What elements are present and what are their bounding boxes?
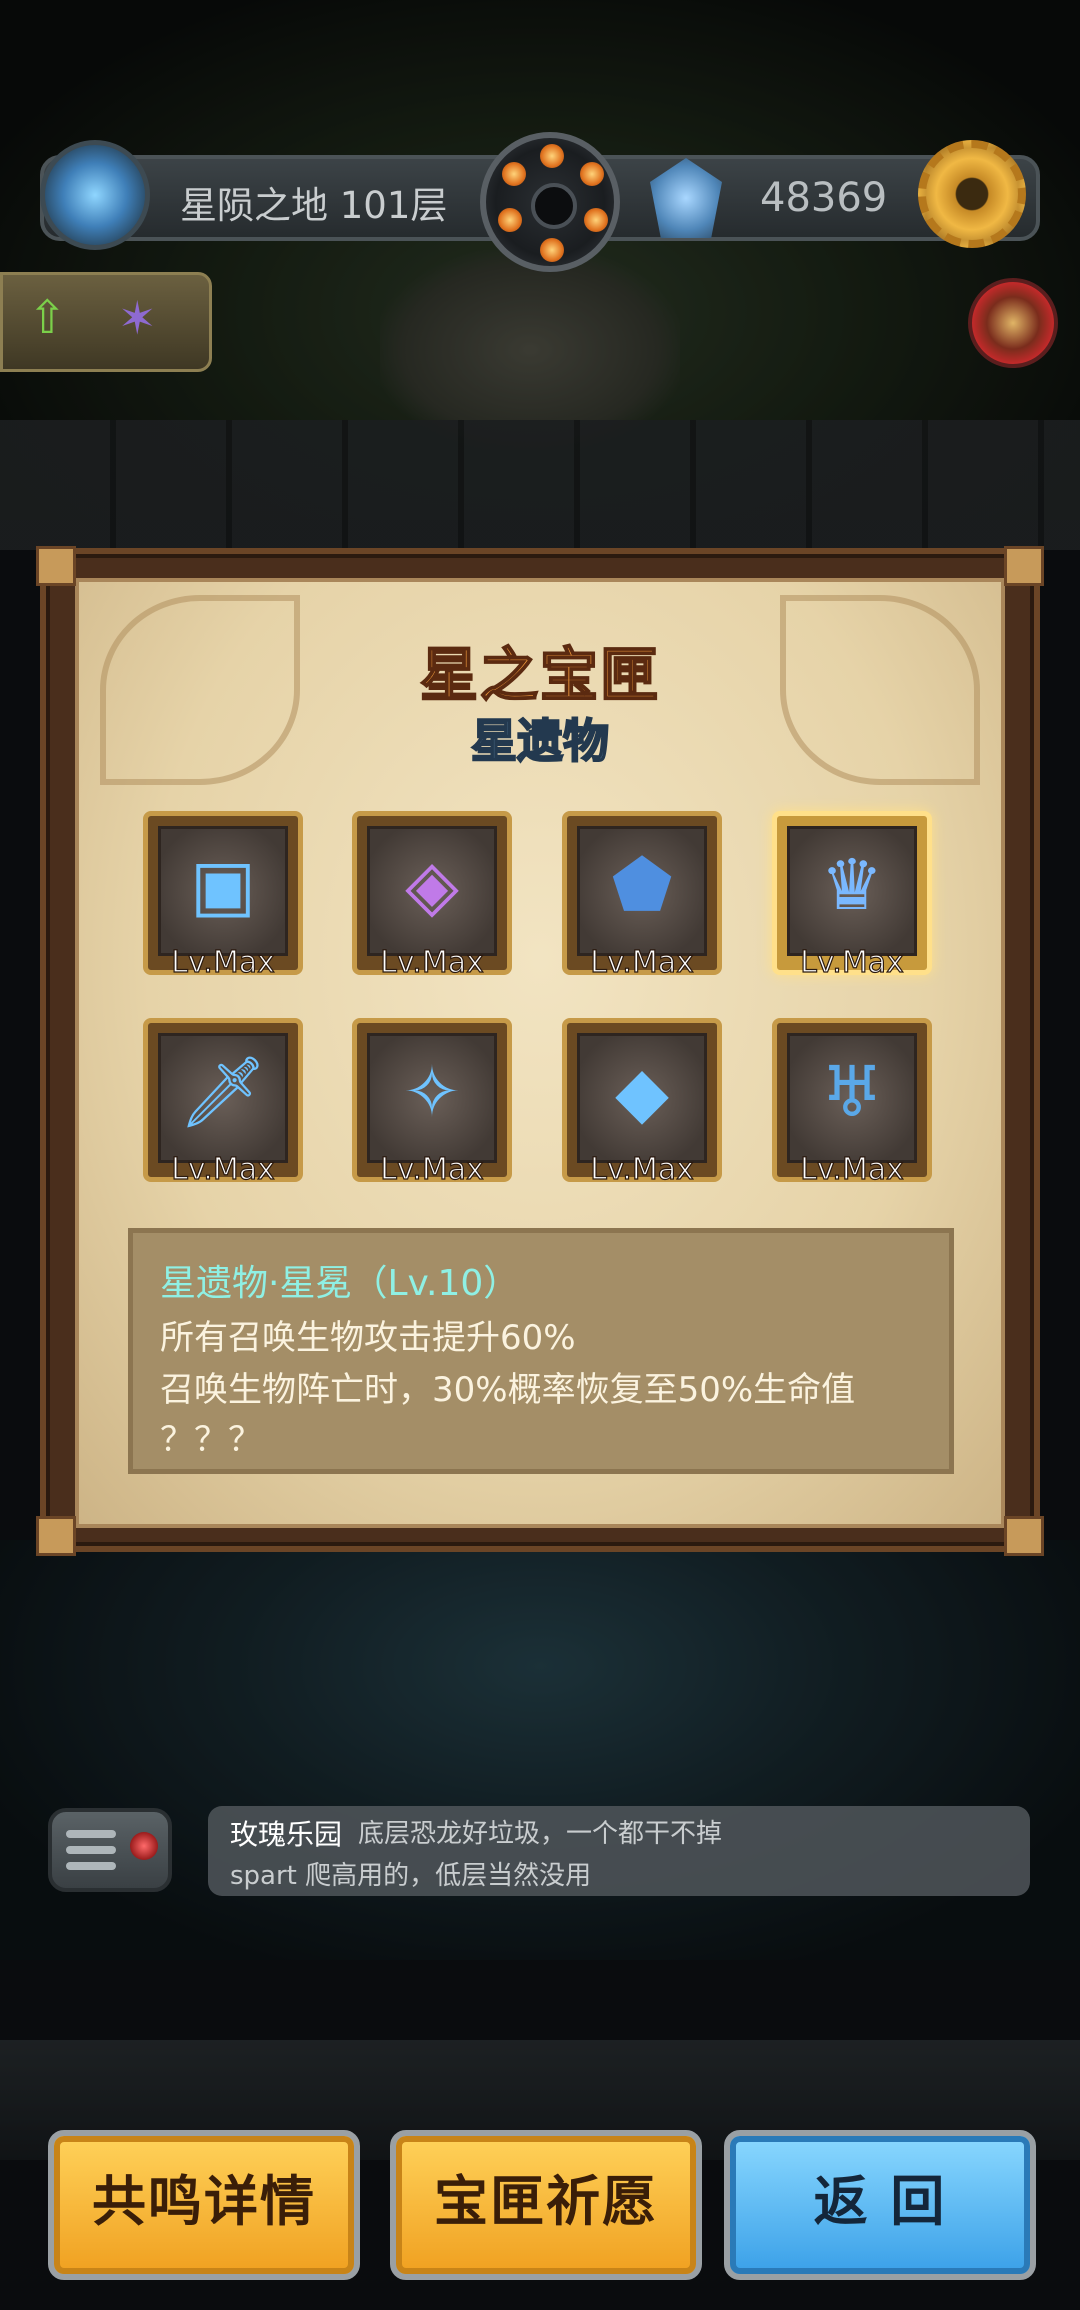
panel-corner — [36, 546, 76, 586]
crystal-crown-icon: ♛ — [820, 844, 884, 926]
floor-label: 星陨之地 101层 — [180, 184, 448, 227]
crystal-shield-icon: ⬟ — [611, 844, 673, 926]
radio-icon[interactable] — [48, 1808, 172, 1892]
chat-username: 玫瑰乐园 — [230, 1818, 343, 1851]
gear-icon[interactable] — [918, 140, 1026, 248]
chat-message: 底层恐龙好垃圾，一个都干不掉 — [358, 1819, 723, 1849]
relic-description-line: 召唤生物阵亡时，30%概率恢复至50%生命值 — [160, 1370, 856, 1410]
relic-description-title: 星遗物·星冕（Lv.10） — [160, 1263, 520, 1304]
crystal-shard-icon: ◆ — [615, 1051, 669, 1133]
crystal-staff-icon: ✧ — [402, 1051, 462, 1133]
relic-description-line: ？？？ — [160, 1420, 262, 1460]
relic-level: Lv.Max — [800, 1151, 905, 1187]
relic-level: Lv.Max — [590, 1151, 695, 1187]
panel-corner — [1004, 546, 1044, 586]
relic-slot-dagger[interactable]: 🗡 Lv.Max — [143, 1018, 303, 1188]
crystal-dagger-icon: 🗡 — [178, 1051, 268, 1133]
chat-message: spart 爬高用的，低层当然没用 — [230, 1861, 592, 1891]
arrow-up-icon: ⇧ — [28, 290, 67, 344]
relic-level: Lv.Max — [590, 944, 695, 980]
spider-icon: ✶ — [118, 291, 157, 345]
currency-value: 48369 — [760, 175, 888, 221]
panel-ornament-left — [100, 595, 300, 785]
relic-slot-shard[interactable]: ◆ Lv.Max — [562, 1018, 722, 1188]
relic-slot-goblet[interactable]: ♅ Lv.Max — [772, 1018, 932, 1188]
panel-subtitle: 星遗物 — [470, 713, 610, 769]
panel-corner — [36, 1516, 76, 1556]
relic-description-line: 所有召唤生物攻击提升60% — [160, 1318, 576, 1358]
relic-slot-chest[interactable]: ▣ Lv.Max — [143, 811, 303, 981]
relic-level: Lv.Max — [800, 944, 905, 980]
treasure-orb-icon[interactable] — [968, 278, 1058, 368]
panel-ornament-right — [780, 595, 980, 785]
gem-necklace-icon: ◈ — [405, 844, 459, 926]
panel-title: 星之宝匣 — [419, 640, 660, 710]
panel-corner — [1004, 1516, 1044, 1556]
relic-slot-necklace[interactable]: ◈ Lv.Max — [352, 811, 512, 981]
relic-level: Lv.Max — [171, 1151, 276, 1187]
relic-level: Lv.Max — [380, 944, 485, 980]
summon-wheel-icon[interactable] — [480, 132, 620, 272]
relic-slot-shield[interactable]: ⬟ Lv.Max — [562, 811, 722, 981]
relic-level: Lv.Max — [380, 1151, 485, 1187]
crystal-goblet-icon: ♅ — [820, 1051, 884, 1133]
relic-slot-staff[interactable]: ✧ Lv.Max — [352, 1018, 512, 1188]
relic-level: Lv.Max — [171, 944, 276, 980]
resonance-details-button[interactable]: 共鸣详情 — [48, 2130, 360, 2280]
back-button[interactable]: 返 回 — [724, 2130, 1036, 2280]
ornate-chest-icon: ▣ — [189, 844, 257, 926]
portal-icon[interactable] — [40, 140, 150, 250]
relic-slot-crown[interactable]: ♛ Lv.Max — [772, 811, 932, 981]
treasure-wish-button[interactable]: 宝匣祈愿 — [390, 2130, 702, 2280]
